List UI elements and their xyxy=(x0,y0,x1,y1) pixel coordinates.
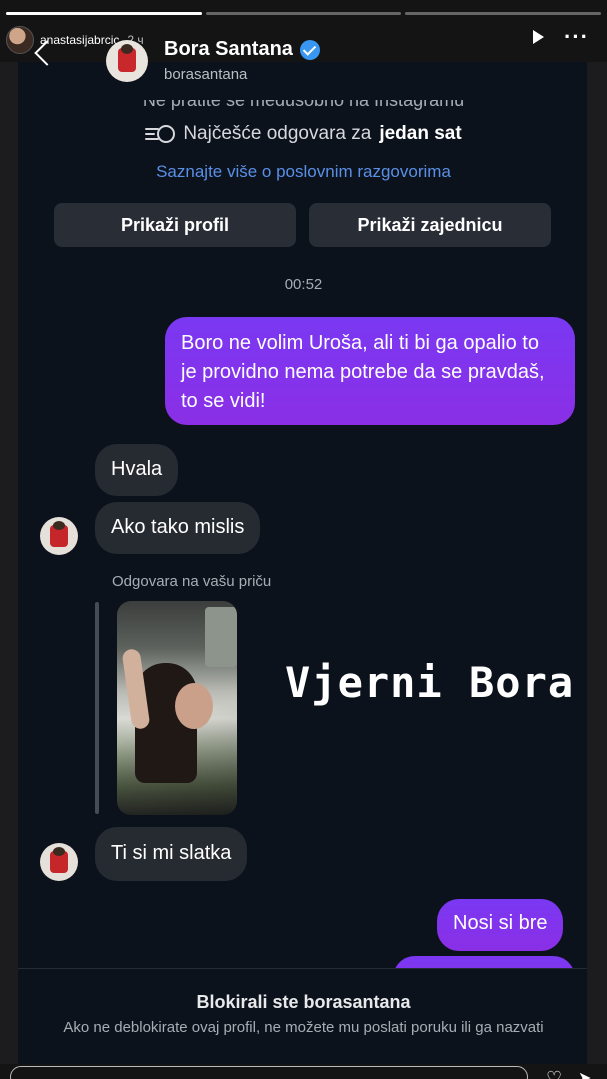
story-progress-segment xyxy=(205,12,402,15)
story-thumbnail[interactable] xyxy=(117,601,237,815)
incoming-message[interactable]: Hvala xyxy=(95,444,179,496)
outgoing-message[interactable]: Boro ne volim Uroša, ali ti bi ga opalio… xyxy=(165,317,575,425)
fast-reply-icon xyxy=(145,123,176,145)
more-icon[interactable]: ··· xyxy=(564,26,589,48)
send-icon[interactable]: ➤ xyxy=(578,1068,591,1079)
incoming-message[interactable]: Ako tako mislis xyxy=(95,502,261,554)
avatar[interactable] xyxy=(6,26,34,54)
sender-avatar[interactable] xyxy=(40,517,78,555)
verified-badge-icon xyxy=(299,39,320,60)
sender-avatar[interactable] xyxy=(40,843,78,881)
reply-indicator-bar xyxy=(95,602,99,814)
outgoing-message[interactable]: Nosi si bre xyxy=(437,899,564,951)
story-progress xyxy=(6,12,602,15)
response-time-prefix: Najčešće odgovara za xyxy=(183,123,372,144)
story-controls: ··· xyxy=(533,26,589,48)
blocked-subtitle: Ako ne deblokirate ovaj profil, ne možet… xyxy=(63,1019,544,1036)
story-reply-input[interactable] xyxy=(10,1066,528,1079)
blocked-title: Blokirali ste borasantana xyxy=(196,992,411,1012)
story-overlay-caption: Vjerni Bora xyxy=(285,658,575,707)
story-progress-segment xyxy=(405,12,602,15)
story-progress-segment xyxy=(6,12,202,15)
heart-icon[interactable]: ♡ xyxy=(546,1068,562,1079)
play-icon[interactable] xyxy=(533,30,545,44)
story-progress-fill xyxy=(6,12,202,15)
car-window xyxy=(205,607,237,667)
avatar[interactable] xyxy=(106,40,148,82)
chat-handle: borasantana xyxy=(164,66,248,83)
story-reply-label: Odgovara na vašu priču xyxy=(112,573,272,590)
chat-title[interactable]: Bora Santana xyxy=(164,38,320,61)
message-timestamp: 00:52 xyxy=(284,276,323,293)
response-time: Najčešće odgovara za jedan sat xyxy=(0,123,607,145)
view-community-button[interactable]: Prikaži zajednicu xyxy=(309,203,551,247)
thumbnail-person-face xyxy=(175,683,213,729)
business-chats-link[interactable]: Saznajte više o poslovnim razgovorima xyxy=(0,162,607,182)
view-profile-button[interactable]: Prikaži profil xyxy=(54,203,296,247)
response-time-value: jedan sat xyxy=(379,123,462,144)
incoming-message[interactable]: Ti si mi slatka xyxy=(95,827,248,881)
chat-name[interactable]: Bora Santana xyxy=(164,38,293,61)
